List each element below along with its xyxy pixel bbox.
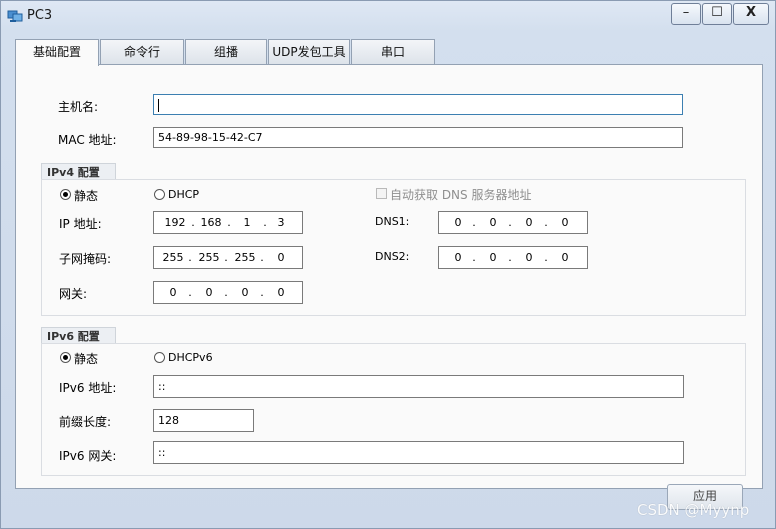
text-caret <box>158 98 159 112</box>
mac-address-field[interactable]: 54-89-98-15-42-C7 <box>153 127 683 148</box>
mac-label: MAC 地址: <box>58 133 117 147</box>
ipv4-static-label: 静态 <box>74 189 99 203</box>
ipv4-dhcp-label: DHCP <box>168 188 200 201</box>
tab-multicast[interactable]: 组播 <box>185 39 267 64</box>
hostname-label: 主机名: <box>58 100 99 114</box>
dns2-field[interactable]: 0. 0. 0. 0 <box>438 246 588 269</box>
close-button[interactable]: X <box>733 3 769 25</box>
auto-dns-checkbox[interactable] <box>376 188 387 199</box>
pc3-window: PC3 – ☐ X 基础配置 命令行 组播 UDP发包工具 串口 主机名: MA… <box>0 0 776 529</box>
hostname-input[interactable] <box>153 94 683 115</box>
tab-command-line[interactable]: 命令行 <box>100 39 184 64</box>
ipv4-static-radio[interactable] <box>60 189 71 200</box>
minimize-button[interactable]: – <box>671 3 701 25</box>
dns1-label: DNS1: <box>375 215 410 228</box>
basic-config-panel: 主机名: MAC 地址: 54-89-98-15-42-C7 IPv4 配置 静… <box>15 64 763 489</box>
window-title: PC3 <box>27 8 53 23</box>
ipv6-gateway-field[interactable]: :: <box>153 441 684 464</box>
ipv4-address-label: IP 地址: <box>59 217 102 231</box>
tab-udp-tool[interactable]: UDP发包工具 <box>268 39 350 64</box>
ipv6-dhcpv6-radio[interactable] <box>154 352 165 363</box>
ipv6-group: 静态 DHCPv6 IPv6 地址: :: 前缀长度: 128 IPv6 网关:… <box>41 343 746 476</box>
dns1-field[interactable]: 0. 0. 0. 0 <box>438 211 588 234</box>
ipv6-address-field[interactable]: :: <box>153 375 684 398</box>
maximize-button[interactable]: ☐ <box>702 3 732 25</box>
subnet-mask-field[interactable]: 255. 255. 255. 0 <box>153 246 303 269</box>
ipv6-dhcpv6-label: DHCPv6 <box>168 351 213 364</box>
ipv6-static-radio[interactable] <box>60 352 71 363</box>
ipv6-gateway-label: IPv6 网关: <box>59 449 117 463</box>
title-bar[interactable]: PC3 – ☐ X <box>1 1 775 31</box>
gateway-label: 网关: <box>59 287 88 301</box>
auto-dns-label: 自动获取 DNS 服务器地址 <box>390 188 532 202</box>
prefix-length-label: 前缀长度: <box>59 415 112 429</box>
gateway-field[interactable]: 0. 0. 0. 0 <box>153 281 303 304</box>
ipv6-static-label: 静态 <box>74 352 99 366</box>
tab-serial-port[interactable]: 串口 <box>351 39 435 64</box>
ipv4-dhcp-radio[interactable] <box>154 189 165 200</box>
pc-app-icon <box>7 10 23 22</box>
subnet-mask-label: 子网掩码: <box>59 252 112 266</box>
watermark: CSDN @Myynp <box>637 501 750 519</box>
ipv4-group: 静态 DHCP 自动获取 DNS 服务器地址 IP 地址: 192. 168. … <box>41 179 746 316</box>
ipv4-address-field[interactable]: 192. 168. 1. 3 <box>153 211 303 234</box>
dns2-label: DNS2: <box>375 250 410 263</box>
prefix-length-field[interactable]: 128 <box>153 409 254 432</box>
tab-basic-config[interactable]: 基础配置 <box>15 39 99 66</box>
ipv6-address-label: IPv6 地址: <box>59 381 117 395</box>
